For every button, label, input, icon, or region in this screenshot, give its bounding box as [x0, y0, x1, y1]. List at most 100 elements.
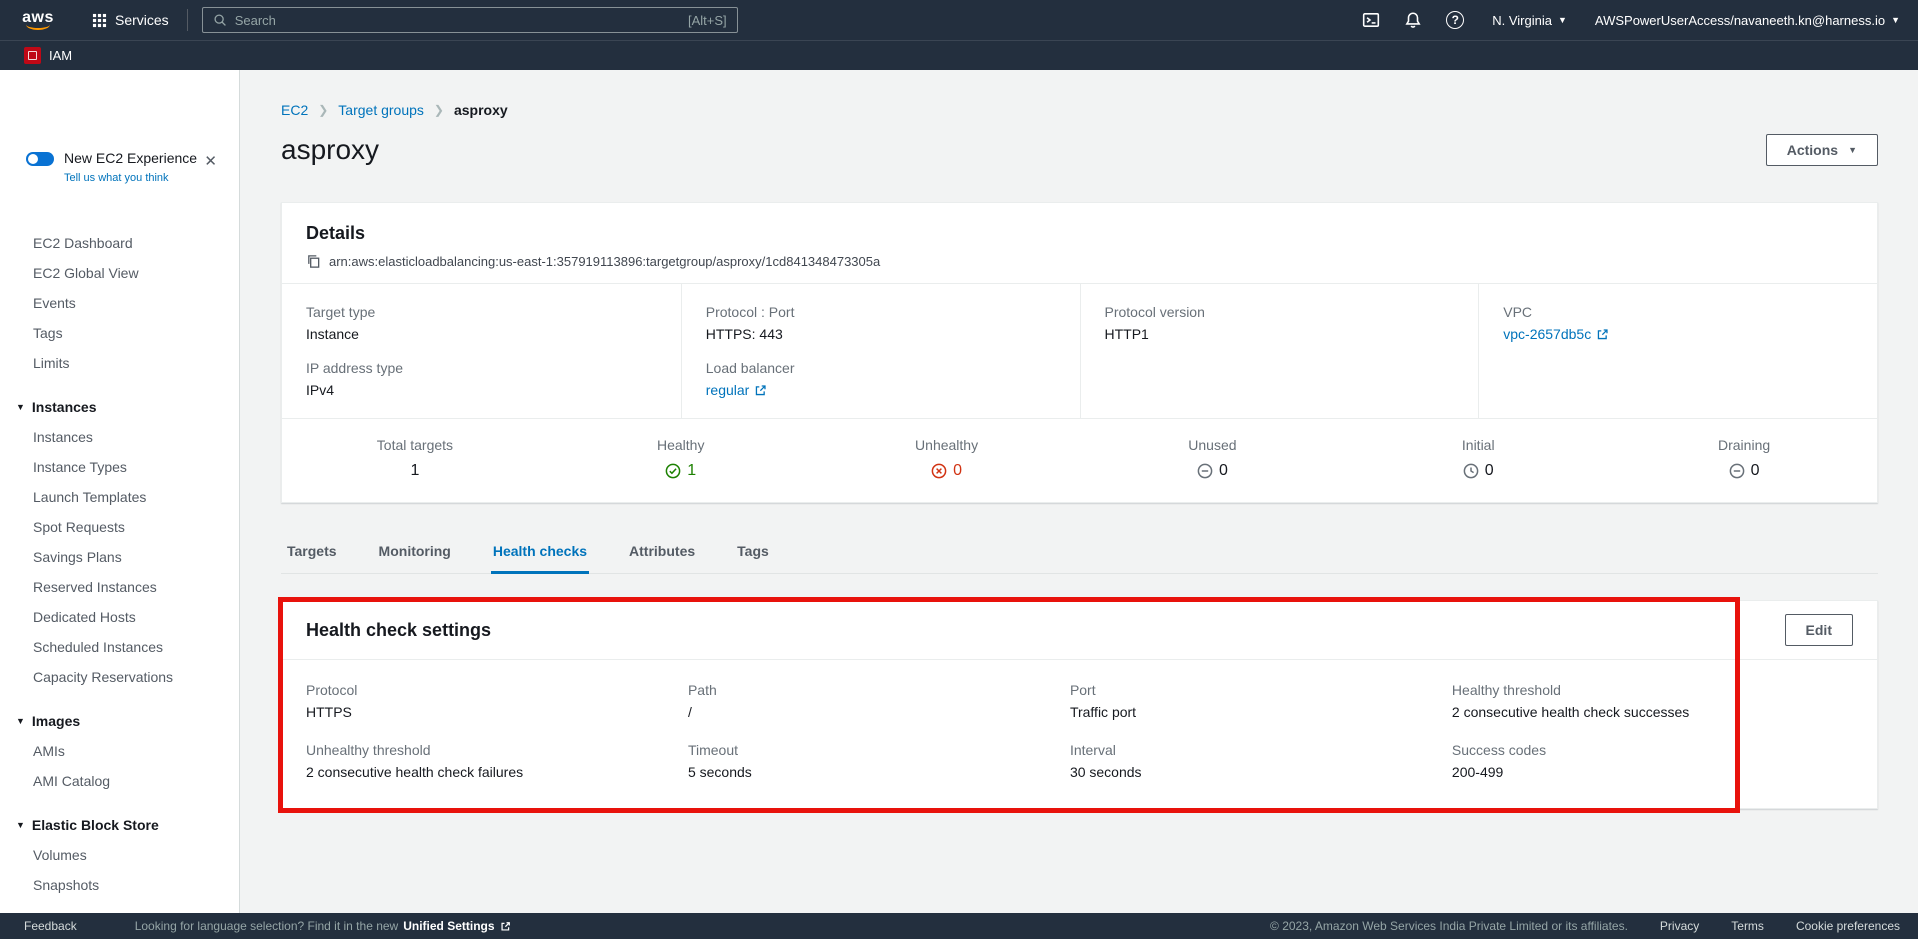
- region-selector[interactable]: N. Virginia ▼: [1492, 13, 1567, 28]
- load-balancer-link[interactable]: regular: [706, 382, 750, 398]
- field-protocol-version: Protocol version HTTP1: [1105, 304, 1455, 342]
- banner-title: New EC2 Experience: [64, 150, 197, 166]
- account-menu[interactable]: AWSPowerUserAccess/navaneeth.kn@harness.…: [1595, 13, 1900, 28]
- tab-attributes[interactable]: Attributes: [627, 533, 697, 574]
- sidebar-item-dedicated-hosts[interactable]: Dedicated Hosts: [0, 602, 239, 632]
- cloudshell-icon: [1362, 11, 1380, 29]
- notifications-button[interactable]: [1404, 11, 1422, 29]
- tab-health-checks[interactable]: Health checks: [491, 533, 589, 574]
- field-target-type: Target type Instance: [306, 304, 657, 342]
- sidebar-item-instance-types[interactable]: Instance Types: [0, 452, 239, 482]
- sidebar-item-launch-templates[interactable]: Launch Templates: [0, 482, 239, 512]
- sidebar: New EC2 Experience Tell us what you thin…: [0, 70, 240, 913]
- close-icon[interactable]: ✕: [204, 152, 217, 170]
- tab-monitoring[interactable]: Monitoring: [377, 533, 453, 574]
- favorite-iam-link[interactable]: IAM: [49, 48, 72, 63]
- sidebar-item-limits[interactable]: Limits: [0, 348, 239, 378]
- sidebar-item-reserved-instances[interactable]: Reserved Instances: [0, 572, 239, 602]
- cookie-preferences-link[interactable]: Cookie preferences: [1796, 919, 1900, 933]
- counter-initial: Initial 0: [1345, 437, 1611, 480]
- vpc-link[interactable]: vpc-2657db5c: [1503, 326, 1591, 342]
- sidebar-section-elastic-block-store[interactable]: ▼ Elastic Block Store: [0, 810, 239, 840]
- bell-icon: [1404, 11, 1422, 29]
- sidebar-section-instances[interactable]: ▼ Instances: [0, 392, 239, 422]
- new-experience-banner: New EC2 Experience Tell us what you thin…: [0, 150, 239, 200]
- tab-tags[interactable]: Tags: [735, 533, 771, 574]
- field-ip-address-type: IP address type IPv4: [306, 360, 657, 398]
- minus-circle-icon: [1729, 463, 1745, 479]
- account-label: AWSPowerUserAccess/navaneeth.kn@harness.…: [1595, 13, 1885, 28]
- top-nav: aws Services [Alt+S]: [0, 0, 1918, 70]
- sidebar-item-volumes[interactable]: Volumes: [0, 840, 239, 870]
- field-load-balancer: Load balancer regular: [706, 360, 1056, 398]
- health-check-fields: Protocol HTTPS Unhealthy threshold 2 con…: [282, 660, 1877, 808]
- copy-icon: [306, 254, 321, 269]
- chevron-down-icon: ▼: [1558, 15, 1567, 25]
- external-link-icon: [500, 921, 511, 932]
- external-link-icon: [1596, 328, 1609, 341]
- cloudshell-button[interactable]: [1362, 11, 1380, 29]
- field-vpc: VPC vpc-2657db5c: [1503, 304, 1853, 342]
- sidebar-item-ec2-global-view[interactable]: EC2 Global View: [0, 258, 239, 288]
- field-healthy-threshold: Healthy threshold 2 consecutive health c…: [1452, 682, 1853, 720]
- services-menu-button[interactable]: Services: [84, 6, 177, 34]
- main-content: EC2 ❯ Target groups ❯ asproxy asproxy Ac…: [240, 70, 1918, 913]
- global-search[interactable]: [Alt+S]: [202, 7, 738, 33]
- privacy-link[interactable]: Privacy: [1660, 919, 1699, 933]
- search-icon: [213, 13, 227, 27]
- field-success-codes: Success codes 200-499: [1452, 742, 1853, 780]
- details-fields: Target type Instance IP address type IPv…: [282, 284, 1877, 418]
- footer: Feedback Looking for language selection?…: [0, 913, 1918, 939]
- sidebar-item-savings-plans[interactable]: Savings Plans: [0, 542, 239, 572]
- terms-link[interactable]: Terms: [1731, 919, 1764, 933]
- aws-logo[interactable]: aws: [18, 11, 58, 30]
- tab-targets[interactable]: Targets: [285, 533, 339, 574]
- sidebar-item-scheduled-instances[interactable]: Scheduled Instances: [0, 632, 239, 662]
- breadcrumb-ec2[interactable]: EC2: [281, 102, 308, 118]
- field-port: Port Traffic port: [1070, 682, 1452, 720]
- external-link-icon: [754, 384, 767, 397]
- help-icon: ?: [1446, 11, 1464, 29]
- grid-icon: [92, 13, 107, 28]
- sidebar-item-events[interactable]: Events: [0, 288, 239, 318]
- sidebar-item-snapshots[interactable]: Snapshots: [0, 870, 239, 900]
- copy-arn-button[interactable]: [306, 254, 321, 269]
- sidebar-item-amis[interactable]: AMIs: [0, 736, 239, 766]
- sidebar-item-instances[interactable]: Instances: [0, 422, 239, 452]
- sidebar-item-spot-requests[interactable]: Spot Requests: [0, 512, 239, 542]
- check-circle-icon: [665, 463, 681, 479]
- iam-service-icon: [24, 47, 41, 64]
- sidebar-item-capacity-reservations[interactable]: Capacity Reservations: [0, 662, 239, 692]
- sidebar-item-tags[interactable]: Tags: [0, 318, 239, 348]
- new-experience-toggle[interactable]: [26, 152, 54, 166]
- counter-unhealthy: Unhealthy 0: [814, 437, 1080, 480]
- tab-bar: Targets Monitoring Health checks Attribu…: [281, 533, 1878, 574]
- help-button[interactable]: ?: [1446, 11, 1464, 29]
- counter-unused: Unused 0: [1080, 437, 1346, 480]
- x-circle-icon: [931, 463, 947, 479]
- copyright-text: © 2023, Amazon Web Services India Privat…: [1270, 919, 1628, 933]
- sidebar-section-images[interactable]: ▼ Images: [0, 706, 239, 736]
- region-label: N. Virginia: [1492, 13, 1552, 28]
- field-unhealthy-threshold: Unhealthy threshold 2 consecutive health…: [306, 742, 688, 780]
- page-title: asproxy: [281, 134, 379, 166]
- counter-total-targets: Total targets 1: [282, 437, 548, 480]
- chevron-down-icon: ▼: [16, 399, 25, 415]
- breadcrumb-target-groups[interactable]: Target groups: [338, 102, 424, 118]
- sidebar-nav: EC2 Dashboard EC2 Global View Events Tag…: [0, 200, 239, 900]
- search-input[interactable]: [235, 13, 680, 28]
- aws-console: aws Services [Alt+S]: [0, 0, 1918, 939]
- aws-logo-text: aws: [18, 11, 58, 25]
- unified-settings-link[interactable]: Unified Settings: [403, 919, 494, 933]
- chevron-down-icon: ▼: [1891, 15, 1900, 25]
- chevron-down-icon: ▼: [16, 817, 25, 833]
- actions-button[interactable]: Actions ▼: [1766, 134, 1878, 166]
- sidebar-item-ami-catalog[interactable]: AMI Catalog: [0, 766, 239, 796]
- feedback-link[interactable]: Feedback: [24, 919, 77, 933]
- sidebar-item-ec2-dashboard[interactable]: EC2 Dashboard: [0, 228, 239, 258]
- banner-feedback-link[interactable]: Tell us what you think: [64, 172, 169, 184]
- edit-button[interactable]: Edit: [1785, 614, 1853, 646]
- chevron-down-icon: ▼: [16, 713, 25, 729]
- counter-healthy: Healthy 1: [548, 437, 814, 480]
- health-check-settings-title: Health check settings: [306, 620, 491, 641]
